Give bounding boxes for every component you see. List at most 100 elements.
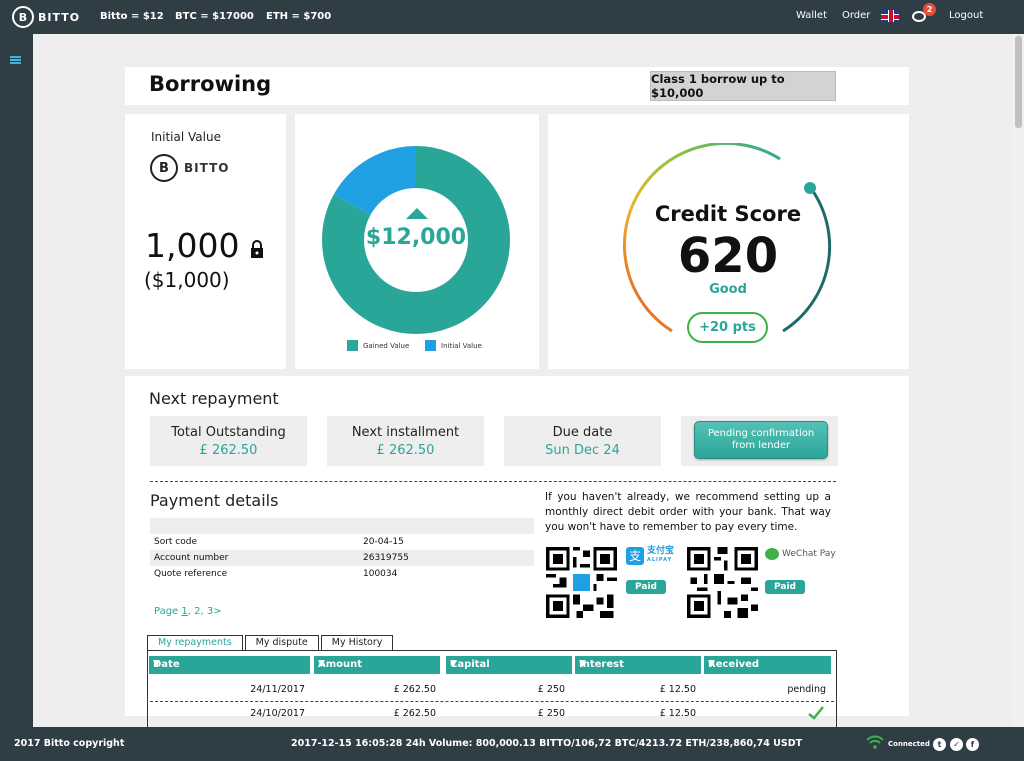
payment-row-value: 26319755	[363, 553, 409, 563]
column-header-amount[interactable]: Amount ▼	[314, 656, 440, 674]
pager-prefix: Page	[154, 606, 182, 617]
tab-my-dispute[interactable]: My dispute	[244, 635, 319, 650]
bitto-logo-icon: B	[12, 6, 34, 28]
lock-icon	[251, 240, 263, 258]
ticker-bitto: Bitto = $12	[100, 11, 164, 22]
stat-label: Total Outstanding	[171, 425, 286, 440]
nav-logout-link[interactable]: Logout	[949, 10, 983, 21]
stat-value: Sun Dec 24	[545, 443, 620, 458]
cell-capital: £ 250	[537, 684, 565, 695]
payment-row-quote-reference: Quote reference 100034	[150, 566, 534, 582]
initial-value-amount: 1,000	[145, 226, 240, 265]
stat-label: Due date	[552, 425, 613, 440]
payment-row-value: 100034	[363, 569, 398, 579]
scrollbar-thumb[interactable]	[1015, 36, 1022, 128]
credit-score-label: Credit Score	[654, 202, 802, 226]
bitto-coin-icon: B	[150, 154, 178, 182]
stat-value: £ 262.50	[199, 443, 258, 458]
pending-confirmation-button[interactable]: Pending confirmation from lender	[694, 421, 828, 459]
legend-initial-label: Initial Value	[441, 341, 482, 350]
tab-my-repayments[interactable]: My repayments	[147, 635, 243, 650]
footer-market-stats: 2017-12-15 16:05:28 24h Volume: 800,000.…	[291, 738, 803, 749]
alipay-name: 支付宝	[647, 546, 675, 556]
alipay-paid-button[interactable]: Paid	[626, 580, 666, 594]
sort-down-icon[interactable]: ▼	[450, 659, 567, 669]
sort-down-icon[interactable]: ▼	[579, 659, 696, 669]
credit-score-rating: Good	[709, 282, 747, 297]
tumblr-icon[interactable]: t	[933, 738, 946, 751]
initial-value-brand-name: BITTO	[184, 161, 230, 175]
alipay-logo: 支 支付宝 ALIPAY	[626, 547, 674, 565]
pagination: Page 1, 2, 3>	[154, 606, 222, 617]
ticker-eth: ETH = $700	[266, 11, 332, 22]
cell-received: pending	[787, 684, 826, 695]
facebook-icon[interactable]: f	[966, 738, 979, 751]
page-title: Borrowing	[149, 72, 272, 96]
section-divider	[150, 481, 836, 482]
cell-amount: £ 262.50	[393, 708, 436, 719]
row-divider	[150, 701, 834, 702]
wechat-icon	[765, 548, 779, 560]
cell-capital: £ 250	[537, 708, 565, 719]
column-header-received[interactable]: Received ▼	[704, 656, 831, 674]
nav-wallet-link[interactable]: Wallet	[796, 10, 827, 21]
page-scrollbar[interactable]	[1012, 34, 1024, 727]
credit-score-change: +20 pts	[687, 312, 768, 343]
credit-score-value: 620	[677, 228, 779, 284]
column-header-interest[interactable]: Interest ▼	[575, 656, 701, 674]
payment-row-key: Quote reference	[154, 569, 228, 579]
payment-row-key: Account number	[154, 553, 229, 563]
trend-up-icon	[406, 208, 428, 219]
check-icon	[808, 706, 824, 720]
cell-interest: £ 12.50	[659, 708, 696, 719]
pager-link-1[interactable]: 1	[181, 606, 187, 617]
initial-value-brand: B BITTO	[150, 154, 229, 182]
hamburger-menu-icon[interactable]	[10, 56, 21, 64]
cell-amount: £ 262.50	[393, 684, 436, 695]
column-header-capital[interactable]: Capital ▼	[446, 656, 572, 674]
alipay-qr-code[interactable]	[546, 547, 617, 618]
wifi-icon	[866, 735, 884, 749]
class-borrow-button[interactable]: Class 1 borrow up to $10,000	[650, 71, 836, 101]
sort-down-icon[interactable]: ▼	[708, 659, 826, 669]
nav-order-link[interactable]: Order	[842, 10, 870, 21]
brand-logo[interactable]: B BITTO	[12, 6, 80, 28]
sort-down-icon[interactable]: ▼	[153, 659, 305, 669]
notification-badge: 2	[923, 3, 936, 16]
ticker-btc: BTC = $17000	[175, 11, 254, 22]
legend-gained-label: Gained Value	[363, 341, 410, 350]
next-repayment-title: Next repayment	[149, 389, 279, 408]
wechat-paid-button[interactable]: Paid	[765, 580, 805, 594]
initial-value-usd: ($1,000)	[144, 268, 230, 292]
footer-copyright: 2017 Bitto copyright	[14, 738, 125, 749]
stat-label: Next installment	[351, 425, 460, 440]
payment-row-key: Sort code	[154, 537, 198, 547]
legend-initial-swatch	[425, 340, 436, 351]
sort-down-icon[interactable]: ▼	[318, 659, 435, 669]
cell-date: 24/11/2017	[250, 684, 305, 695]
direct-debit-recommendation: If you haven't already, we recommend set…	[545, 491, 831, 533]
tab-my-history[interactable]: My History	[320, 635, 394, 650]
payment-row-account-number: Account number 26319755	[150, 550, 534, 566]
twitter-icon[interactable]: ✓	[950, 738, 963, 751]
wechat-pay-logo: WeChat Pay	[765, 548, 836, 560]
stat-value: £ 262.50	[376, 443, 435, 458]
brand-name: BITTO	[38, 10, 81, 24]
pager-link-3[interactable]: 3>	[207, 606, 222, 617]
stat-total-outstanding: Total Outstanding £ 262.50	[150, 416, 307, 466]
cell-date: 24/10/2017	[250, 708, 305, 719]
donut-total-value: $12,000	[365, 225, 467, 250]
top-navbar: B BITTO Bitto = $12 BTC = $17000 ETH = $…	[0, 0, 1024, 34]
pager-link-2[interactable]: 2	[194, 606, 200, 617]
payment-row-value: 20-04-15	[363, 537, 404, 547]
stat-due-date: Due date Sun Dec 24	[504, 416, 661, 466]
alipay-icon: 支	[626, 547, 644, 565]
legend-initial: Initial Value	[425, 340, 482, 351]
cell-interest: £ 12.50	[659, 684, 696, 695]
column-header-date[interactable]: Date ▼	[149, 656, 310, 674]
uk-flag-icon[interactable]	[881, 10, 899, 22]
sidebar	[0, 34, 33, 727]
wechat-qr-code[interactable]	[687, 547, 758, 618]
legend-gained-swatch	[347, 340, 358, 351]
payment-details-title: Payment details	[150, 491, 279, 510]
